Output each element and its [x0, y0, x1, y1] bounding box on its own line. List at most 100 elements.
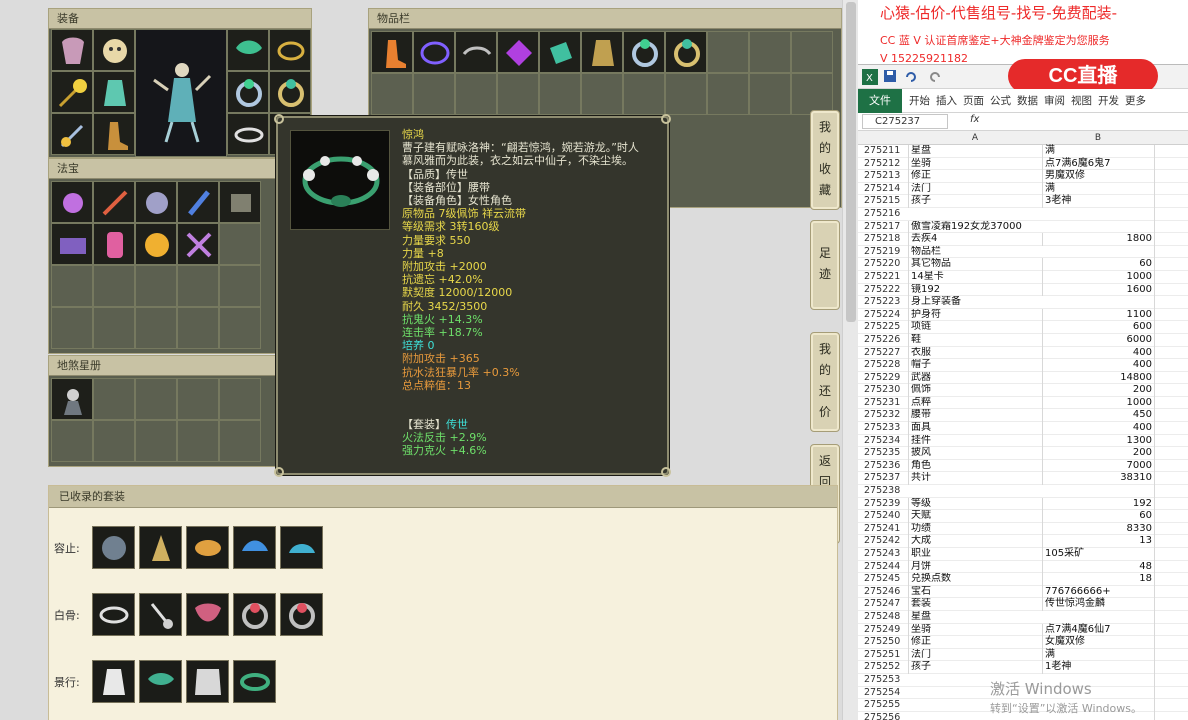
sheet-row[interactable]: 275228 帽子 400	[858, 359, 1188, 372]
tab-my-counteroffer[interactable]: 我 的 还 价	[810, 332, 840, 432]
tab-footprints[interactable]: 足 迹	[810, 220, 840, 310]
sheet-row[interactable]: 275214 法门满	[858, 182, 1188, 196]
star-book-slot-empty[interactable]	[177, 378, 219, 420]
magic-slot[interactable]	[93, 181, 135, 223]
set-item-icon[interactable]	[139, 593, 182, 636]
cell-b[interactable]: 1000	[1042, 270, 1154, 284]
cell-b[interactable]: 8330	[1042, 522, 1154, 536]
row-number[interactable]: 275253	[864, 674, 908, 687]
cell-a[interactable]: 法门	[908, 182, 1042, 196]
cell-a[interactable]: 腰带	[908, 409, 1042, 423]
sheet-row[interactable]: 275240 天赋 60	[858, 510, 1188, 523]
row-number[interactable]: 275231	[864, 397, 908, 410]
magic-slot-empty[interactable]	[51, 265, 93, 307]
cell-a[interactable]: 傲雪凌霜192女龙37000	[908, 220, 1042, 234]
sheet-row[interactable]: 275243 职业 105采矿	[858, 548, 1188, 561]
cell-a[interactable]: 去疾4	[908, 233, 1042, 246]
cell-c[interactable]	[1154, 459, 1188, 473]
cell-a[interactable]: 星盘	[908, 610, 1042, 624]
magic-slot[interactable]	[177, 181, 219, 223]
cell-c[interactable]	[1154, 296, 1188, 309]
cell-c[interactable]	[1154, 535, 1188, 548]
undo-icon[interactable]	[904, 70, 918, 84]
row-number[interactable]: 275225	[864, 321, 908, 334]
cell-c[interactable]	[1154, 434, 1188, 448]
sheet-row[interactable]: 275242 大成 13	[858, 535, 1188, 548]
cell-c[interactable]	[1154, 522, 1188, 536]
cell-b[interactable]: 女魔双修	[1042, 636, 1154, 649]
cell-a[interactable]: 项链	[908, 321, 1042, 334]
magic-slot[interactable]	[51, 223, 93, 265]
cell-c[interactable]	[1154, 157, 1188, 171]
cell-b[interactable]: 1老神	[1042, 661, 1154, 674]
sheet-row[interactable]: 275233 面具 400	[858, 422, 1188, 435]
save-icon[interactable]	[884, 70, 898, 84]
cell-c[interactable]	[1154, 673, 1188, 687]
cell-c[interactable]	[1154, 308, 1188, 322]
cell-b[interactable]: 1300	[1042, 434, 1154, 448]
row-number[interactable]: 275235	[864, 447, 908, 460]
cell-a[interactable]: 14星卡	[908, 270, 1042, 284]
cell-b[interactable]: 满	[1042, 145, 1154, 158]
magic-slot-empty[interactable]	[51, 307, 93, 349]
sheet-row[interactable]: 275236 角色 7000	[858, 459, 1188, 473]
sheet-row[interactable]: 275223 身上穿装备	[858, 296, 1188, 309]
item-slot-card[interactable]	[539, 31, 581, 73]
sheet-row[interactable]: 275234 挂件 1300	[858, 434, 1188, 448]
cell-c[interactable]	[1154, 497, 1188, 511]
item-slot-gem[interactable]	[497, 31, 539, 73]
sheet-row[interactable]: 275225 项链 600	[858, 321, 1188, 334]
magic-slot-empty[interactable]	[93, 307, 135, 349]
cell-b[interactable]: 450	[1042, 409, 1154, 423]
magic-slot[interactable]	[177, 223, 219, 265]
cell-a[interactable]: 帽子	[908, 359, 1042, 372]
cell-b[interactable]: 1800	[1042, 233, 1154, 246]
item-slot-boot[interactable]	[371, 31, 413, 73]
row-number[interactable]: 275246	[864, 586, 908, 599]
set-item-icon[interactable]	[280, 593, 323, 636]
cell-c[interactable]	[1154, 396, 1188, 410]
set-item-icon[interactable]	[280, 526, 323, 569]
cell-c[interactable]	[1154, 686, 1188, 700]
name-box[interactable]: C275237	[862, 114, 948, 129]
cell-a[interactable]: 镜192	[908, 283, 1042, 297]
cell-c[interactable]	[1154, 145, 1188, 158]
cell-c[interactable]	[1154, 384, 1188, 397]
cell-c[interactable]	[1154, 422, 1188, 435]
set-item-icon[interactable]	[233, 593, 276, 636]
cell-a[interactable]: 大成	[908, 535, 1042, 548]
cell-c[interactable]	[1154, 610, 1188, 624]
cell-b[interactable]: 点7满6魔6鬼7	[1042, 157, 1154, 171]
row-number[interactable]: 275223	[864, 296, 908, 309]
equip-slot-belt[interactable]	[227, 113, 269, 155]
magic-slot-empty[interactable]	[177, 307, 219, 349]
cell-b[interactable]: 13	[1042, 535, 1154, 548]
scrollbar-thumb[interactable]	[846, 2, 856, 322]
ribbon-tab[interactable]: 开始	[909, 93, 930, 108]
cell-a[interactable]: 坐骑	[908, 157, 1042, 171]
cell-b[interactable]: 400	[1042, 422, 1154, 435]
ribbon-tab[interactable]: 审阅	[1044, 93, 1065, 108]
star-book-slot-empty[interactable]	[93, 420, 135, 462]
cell-b[interactable]: 192	[1042, 497, 1154, 511]
set-item-icon[interactable]	[92, 660, 135, 703]
cell-a[interactable]: 职业	[908, 548, 1042, 561]
cell-b[interactable]: 776766666+	[1042, 585, 1154, 599]
cell-b[interactable]: 传世惊鸿金麟	[1042, 598, 1154, 611]
cell-c[interactable]	[1154, 648, 1188, 662]
cell-a[interactable]: 物品栏	[908, 245, 1042, 259]
cell-a[interactable]: 护身符	[908, 308, 1042, 322]
cell-c[interactable]	[1154, 711, 1188, 720]
cell-c[interactable]	[1154, 598, 1188, 611]
equip-slot-ring-1[interactable]	[227, 71, 269, 113]
magic-slot[interactable]	[51, 181, 93, 223]
sheet-row[interactable]: 275220 其它物品 60	[858, 258, 1188, 271]
sheet-row[interactable]: 275241 功绩 8330	[858, 522, 1188, 536]
ribbon-tab[interactable]: 视图	[1071, 93, 1092, 108]
row-number[interactable]: 275211	[864, 145, 908, 158]
equip-slot-hat[interactable]	[93, 29, 135, 71]
cell-a[interactable]: 佩饰	[908, 384, 1042, 397]
cell-c[interactable]	[1154, 170, 1188, 183]
sheet-row[interactable]: 275248 星盘	[858, 610, 1188, 624]
cell-c[interactable]	[1154, 699, 1188, 712]
